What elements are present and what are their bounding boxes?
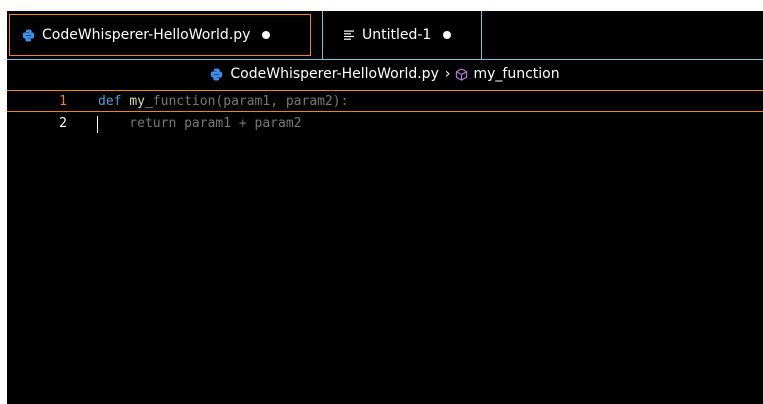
typed-function-name: my_ [129, 94, 153, 109]
breadcrumb-file[interactable]: CodeWhisperer-HelloWorld.py [230, 66, 438, 82]
inline-suggestion: return param1 + param2 [98, 116, 302, 131]
unsaved-dot-icon[interactable] [262, 31, 271, 39]
tab-codewhisperer-helloworld[interactable]: CodeWhisperer-HelloWorld.py [9, 14, 311, 56]
tab-label: CodeWhisperer-HelloWorld.py [42, 27, 251, 43]
inline-suggestion: function(param1, param2): [152, 94, 349, 109]
code-line[interactable]: 1 def my_function(param1, param2): [7, 90, 763, 112]
tab-bar: CodeWhisperer-HelloWorld.py Untitled-1 [7, 11, 763, 60]
code-line[interactable]: 2 return param1 + param2 [7, 113, 763, 135]
editor-window: CodeWhisperer-HelloWorld.py Untitled-1 C… [7, 11, 763, 404]
text-file-icon [344, 30, 354, 40]
code-editor[interactable]: 1 def my_function(param1, param2): 2 ret… [7, 88, 763, 404]
line-number: 2 [59, 116, 67, 131]
tab-label: Untitled-1 [362, 27, 432, 43]
unsaved-dot-icon[interactable] [443, 31, 452, 39]
tab-divider [322, 11, 323, 59]
breadcrumb-separator: › [444, 66, 451, 82]
line-number: 1 [59, 94, 67, 109]
tab-untitled-1[interactable]: Untitled-1 [343, 11, 481, 59]
python-icon [211, 67, 223, 81]
breadcrumb-symbol[interactable]: my_function [473, 66, 559, 82]
code-text: def my_function(param1, param2): [98, 91, 348, 113]
keyword-token: def [98, 94, 122, 109]
python-icon [22, 28, 35, 42]
breadcrumb: CodeWhisperer-HelloWorld.py › my_functio… [7, 60, 763, 88]
cube-icon [456, 67, 468, 81]
tab-divider [481, 11, 482, 59]
